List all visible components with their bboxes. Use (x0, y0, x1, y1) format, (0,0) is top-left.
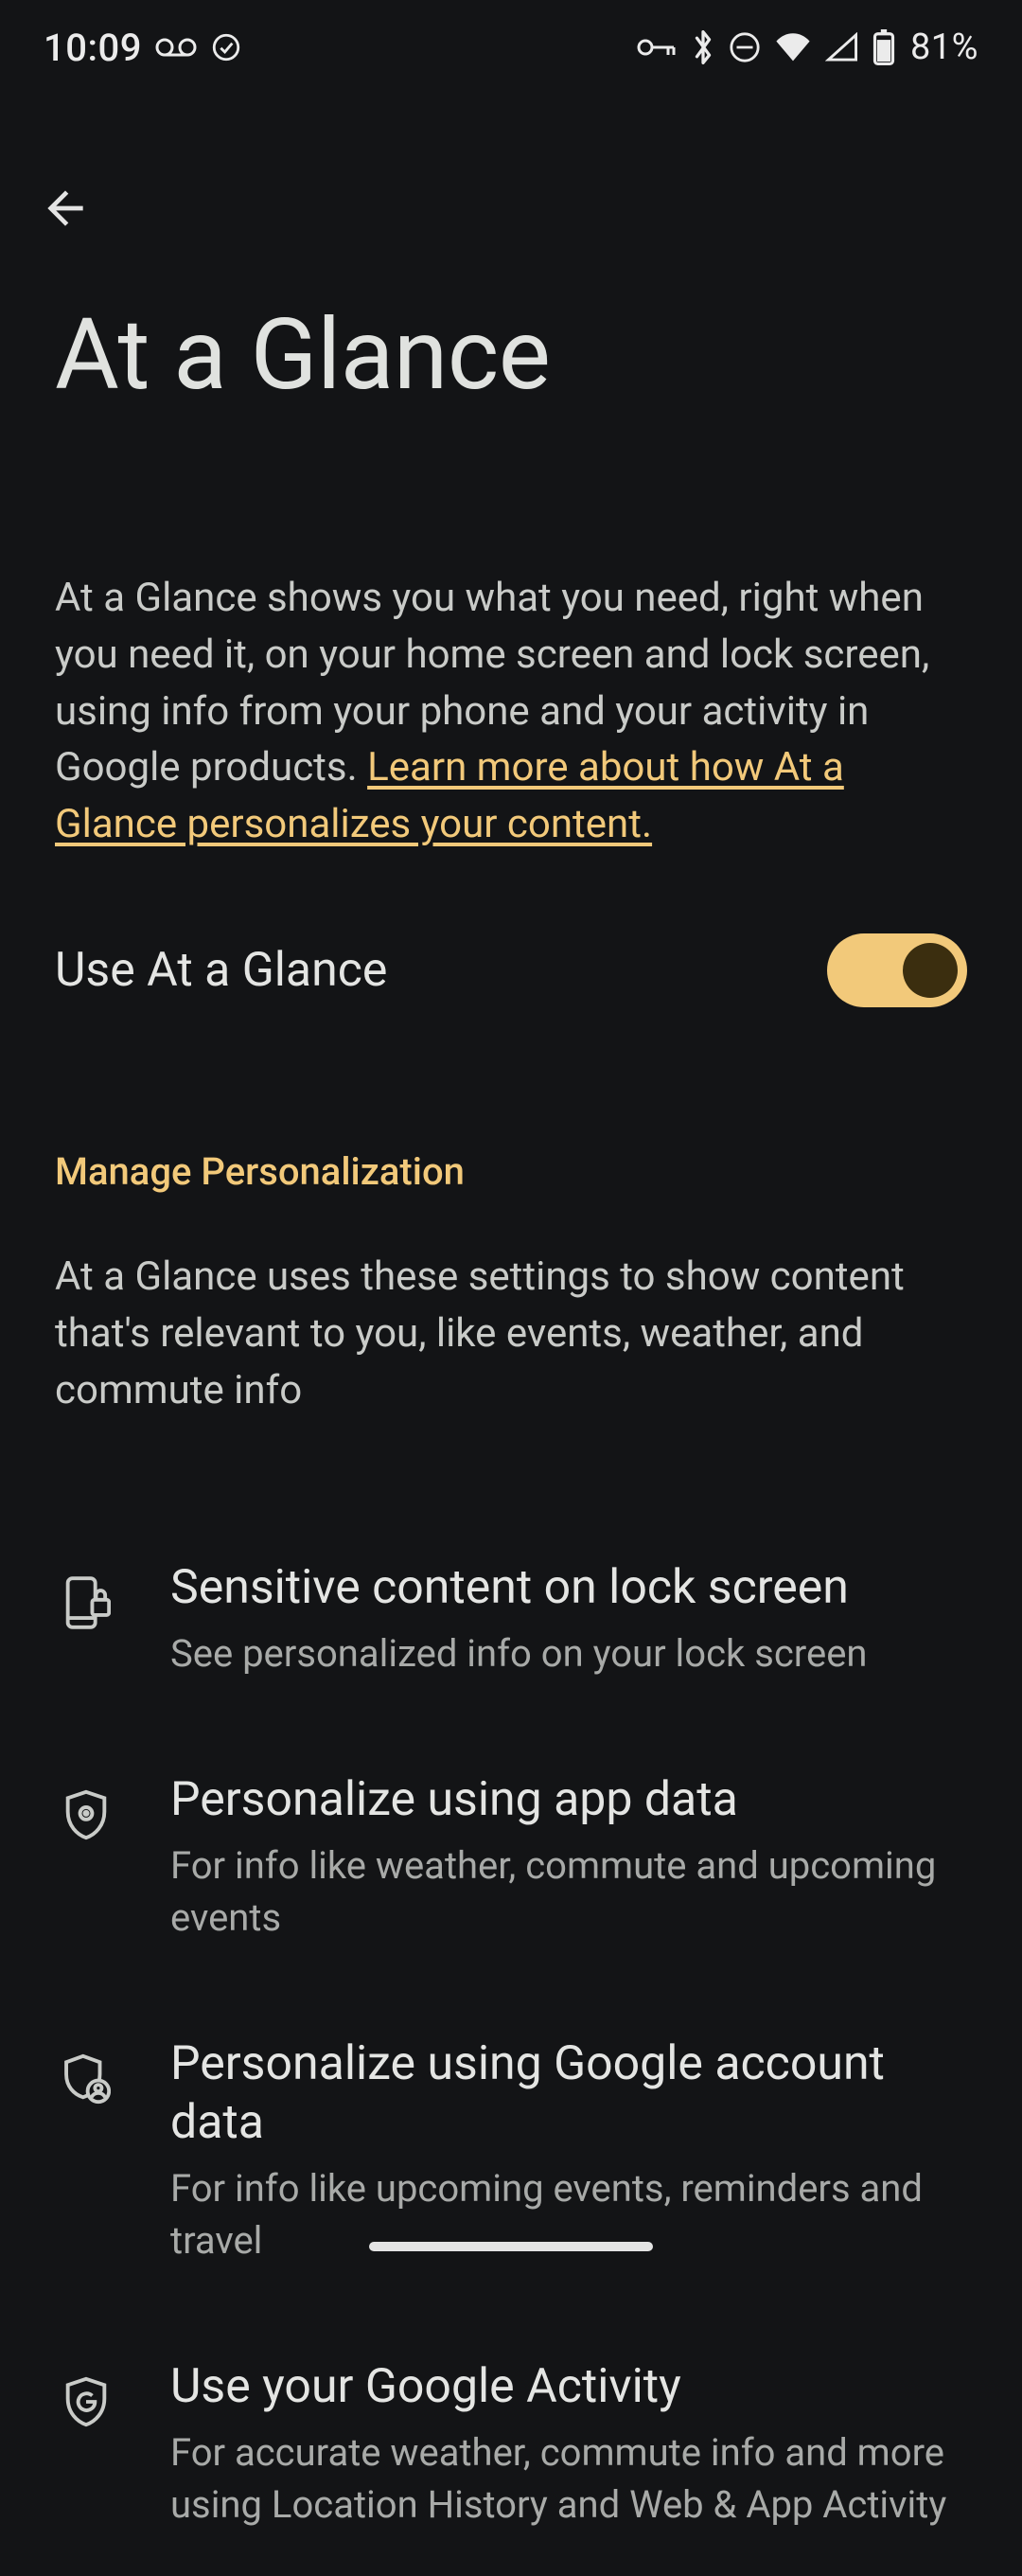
shield-icon (55, 1770, 117, 1842)
alarm-check-icon (210, 31, 242, 63)
bluetooth-icon (691, 30, 715, 64)
pref-sensitive-content[interactable]: Sensitive content on lock screen See per… (55, 1513, 967, 1725)
manage-personalization-body: At a Glance uses these settings to show … (55, 1249, 967, 1418)
content-scroll[interactable]: At a Glance At a Glance shows you what y… (0, 265, 1022, 2272)
pref-sub: See personalized info on your lock scree… (170, 1627, 967, 1679)
voicemail-icon (155, 36, 197, 59)
battery-percent: 81% (910, 27, 978, 68)
wifi-icon (774, 32, 812, 62)
use-at-a-glance-label: Use At a Glance (55, 943, 804, 998)
back-button[interactable] (25, 168, 106, 249)
shield-google-icon (55, 2357, 117, 2429)
page-title: At a Glance (55, 303, 967, 409)
pref-sub: For info like weather, commute and upcom… (170, 1839, 967, 1944)
status-time: 10:09 (44, 26, 142, 70)
dnd-icon (729, 31, 761, 63)
use-at-a-glance-toggle[interactable] (827, 933, 967, 1007)
pref-google-account-data[interactable]: Personalize using Google account data Fo… (55, 1989, 967, 2312)
nav-pill (369, 2242, 653, 2251)
app-bar (0, 151, 1022, 265)
pref-title: Personalize using Google account data (170, 2034, 967, 2153)
toggle-knob (903, 943, 958, 998)
phone-lock-icon (55, 1558, 117, 1630)
gesture-nav-bar[interactable] (0, 2242, 1022, 2251)
status-bar: 10:09 81% (0, 0, 1022, 95)
manage-personalization-header: Manage Personalization (55, 1149, 967, 1194)
intro-paragraph: At a Glance shows you what you need, rig… (55, 570, 967, 852)
vpn-key-icon (636, 36, 678, 59)
cell-signal-icon (825, 32, 859, 62)
pref-title: Use your Google Activity (170, 2357, 967, 2417)
pref-sub: For accurate weather, commute info and m… (170, 2426, 967, 2531)
shield-account-icon (55, 2034, 117, 2106)
battery-icon (872, 29, 895, 65)
pref-title: Sensitive content on lock screen (170, 1558, 967, 1618)
pref-google-activity[interactable]: Use your Google Activity For accurate we… (55, 2312, 967, 2576)
arrow-back-icon (39, 182, 92, 235)
use-at-a-glance-row[interactable]: Use At a Glance (55, 933, 967, 1007)
pref-app-data[interactable]: Personalize using app data For info like… (55, 1725, 967, 1989)
pref-title: Personalize using app data (170, 1770, 967, 1830)
